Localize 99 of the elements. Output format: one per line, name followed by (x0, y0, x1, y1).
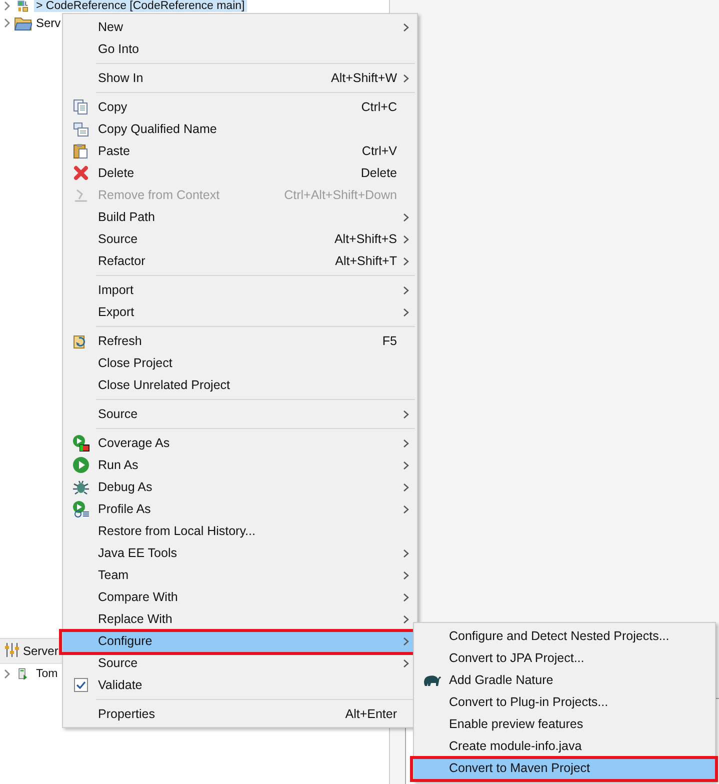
menu-item[interactable]: Source (63, 652, 417, 674)
menu-item[interactable]: Convert to JPA Project... (414, 647, 715, 669)
menu-label: Debug As (98, 480, 154, 494)
menu-item[interactable]: Go Into (63, 38, 417, 60)
menu-label: Java EE Tools (98, 546, 178, 560)
menu-item[interactable]: Source Alt+Shift+S (63, 228, 417, 250)
menu-label: Restore from Local History... (98, 524, 256, 538)
menu-item[interactable]: Configure and Detect Nested Projects... (414, 625, 715, 647)
menu-item[interactable]: Java EE Tools (63, 542, 417, 564)
menu-item[interactable]: Close Project (63, 352, 417, 374)
menu-item[interactable]: New (63, 16, 417, 38)
menu-item[interactable]: Copy Qualified Name (63, 118, 417, 140)
shortcut-label: Ctrl+Alt+Shift+Down (284, 188, 398, 202)
menu-label: Close Project (98, 356, 174, 370)
servers-tab[interactable]: Server (23, 644, 58, 658)
menu-item[interactable]: Source (63, 403, 417, 425)
menu-label: Team (98, 568, 130, 582)
menu-label: Refresh (98, 334, 143, 348)
menu-item[interactable]: Paste Ctrl+V (63, 140, 417, 162)
menu-item[interactable]: Run As (63, 454, 417, 476)
shortcut-label: Alt+Shift+T (335, 254, 398, 268)
menu-label: Paste (98, 144, 131, 158)
shortcut-label: Delete (360, 166, 398, 180)
menu-label: Compare With (98, 590, 179, 604)
menu-label: Export (98, 305, 136, 319)
menu-item[interactable]: Delete Delete (63, 162, 417, 184)
copy-icon (72, 99, 88, 115)
menu-label: Copy Qualified Name (98, 122, 218, 136)
menu-label: Source (98, 656, 139, 670)
menu-item[interactable]: Coverage As (63, 432, 417, 454)
menu-label: Delete (98, 166, 136, 180)
menu-label: Copy (98, 100, 128, 114)
copy-icon (72, 121, 88, 137)
tree-item[interactable]: > CodeReference [CodeReference main] (34, 0, 247, 12)
remove-icon (72, 187, 88, 203)
shortcut-label: Ctrl+V (362, 144, 398, 158)
bug-icon (72, 478, 90, 496)
menu-label: Create module-info.java (449, 739, 583, 753)
tree-item[interactable]: Tom (34, 668, 60, 680)
shortcut-label: F5 (382, 334, 398, 348)
menu-label: Configure and Detect Nested Projects... (449, 629, 670, 643)
menu-label: Go Into (98, 42, 140, 56)
play-icon (72, 456, 90, 474)
menu-label: Source (98, 232, 139, 246)
menu-label: Refactor (98, 254, 146, 268)
menu-item[interactable]: Debug As (63, 476, 417, 498)
menu-label: Configure (98, 634, 154, 648)
menu-label: Enable preview features (449, 717, 584, 731)
server-icon (16, 668, 30, 680)
play-icon (72, 434, 90, 452)
play-icon (72, 500, 90, 518)
menu-item[interactable]: Build Path (63, 206, 417, 228)
shortcut-label: Alt+Shift+S (334, 232, 398, 246)
menu-label: New (98, 20, 124, 34)
menu-item[interactable]: Copy Ctrl+C (63, 96, 417, 118)
menu-label: Run As (98, 458, 140, 472)
menu-label: Properties (98, 707, 156, 721)
menu-label: Profile As (98, 502, 152, 516)
tree-item[interactable]: Serv (34, 16, 63, 30)
menu-item[interactable]: Profile As (63, 498, 417, 520)
shortcut-label: Ctrl+C (361, 100, 398, 114)
menu-item[interactable]: Team (63, 564, 417, 586)
elephant-icon (422, 673, 442, 687)
menu-label: Convert to JPA Project... (449, 651, 586, 665)
menu-item[interactable]: Enable preview features (414, 713, 715, 735)
menu-item[interactable]: Show In Alt+Shift+W (63, 67, 417, 89)
menu-label: Convert to Plug-in Projects... (449, 695, 610, 709)
checkbox-icon (72, 677, 88, 693)
menu-label: Add Gradle Nature (449, 673, 554, 687)
menu-label: Remove from Context (98, 188, 221, 202)
menu-item[interactable]: Close Unrelated Project (63, 374, 417, 396)
menu-label: Source (98, 407, 139, 421)
close-icon (72, 165, 88, 181)
menu-item[interactable]: Export (63, 301, 417, 323)
menu-label: Convert to Maven Project (449, 761, 592, 775)
folder-icon (14, 15, 32, 31)
menu-label: Show In (98, 71, 144, 85)
servers-icon (4, 642, 20, 658)
clipboard-icon (72, 143, 88, 159)
menu-label: Build Path (98, 210, 156, 224)
menu-item[interactable]: Create module-info.java (414, 735, 715, 757)
expand-chevron-icon[interactable] (2, 669, 12, 679)
menu-label: Coverage As (98, 436, 171, 450)
menu-label: Replace With (98, 612, 174, 626)
shortcut-label: Alt+Shift+W (331, 71, 398, 85)
menu-item[interactable]: Refresh F5 (63, 330, 417, 352)
menu-item[interactable]: Validate (63, 674, 417, 696)
menu-item[interactable]: Add Gradle Nature (414, 669, 715, 691)
menu-item[interactable]: Refactor Alt+Shift+T (63, 250, 417, 272)
menu-item[interactable]: Properties Alt+Enter (63, 703, 417, 725)
menu-item[interactable]: Compare With (63, 586, 417, 608)
menu-item[interactable]: Restore from Local History... (63, 520, 417, 542)
menu-label: Validate (98, 678, 144, 692)
menu-label: Close Unrelated Project (98, 378, 232, 392)
menu-label: Import (98, 283, 134, 297)
menu-item[interactable]: Replace With (63, 608, 417, 630)
shortcut-label: Alt+Enter (345, 707, 398, 721)
menu-item[interactable]: Convert to Plug-in Projects... (414, 691, 715, 713)
menu-item[interactable]: Import (63, 279, 417, 301)
